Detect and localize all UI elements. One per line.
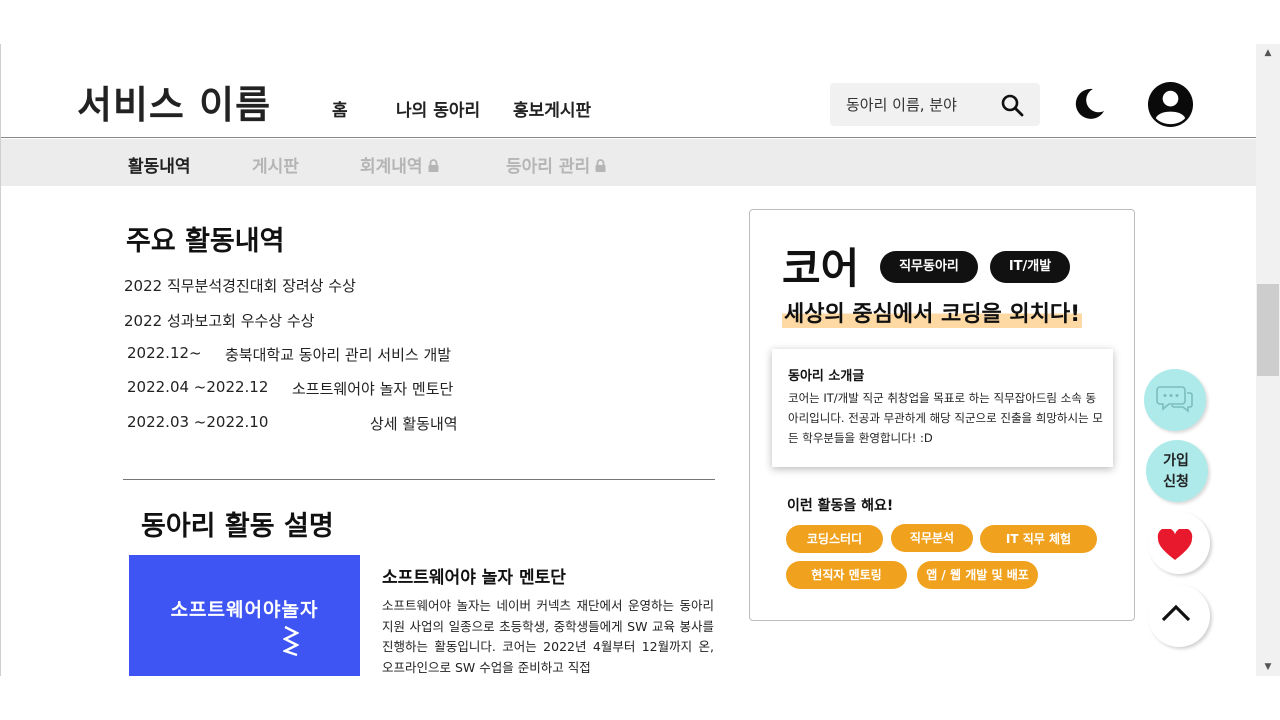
club-intro-box: 동아리 소개글 코어는 IT/개발 직군 취창업을 목표로 하는 직무잡아드림 … — [772, 349, 1113, 467]
tab-board[interactable]: 게시판 — [252, 152, 299, 177]
site-logo[interactable]: 서비스 이름 — [77, 74, 271, 129]
search-box — [830, 83, 1040, 126]
tab-accounting[interactable]: 회계내역 — [360, 152, 439, 177]
club-slogan: 세상의 중심에서 코딩을 외치다! — [782, 296, 1083, 328]
scroll-down-arrow[interactable]: ▼ — [1256, 658, 1280, 676]
like-button[interactable] — [1148, 512, 1210, 574]
scroll-top-button[interactable] — [1148, 585, 1210, 647]
letterbox-bottom — [0, 676, 1280, 720]
vertical-scrollbar[interactable]: ▲ ▼ — [1256, 44, 1280, 676]
intro-title: 동아리 소개글 — [788, 369, 865, 384]
tab-label: 등아리 관리 — [506, 157, 591, 177]
activity-chip[interactable]: 앱 / 웹 개발 및 배포 — [917, 561, 1038, 589]
banner-text: 소프트웨어야놀자 — [170, 599, 319, 621]
site-header: 서비스 이름 홈 나의 동아리 홍보게시판 — [1, 44, 1256, 138]
chevron-up-icon — [1161, 604, 1191, 622]
activity-date: 2022.04 ~2022.12 — [127, 378, 269, 396]
activities-chip-title: 이런 활동을 해요! — [787, 498, 894, 514]
page-viewport: 서비스 이름 홈 나의 동아리 홍보게시판 활동내역 게시판 회계내역 등아리 … — [0, 44, 1256, 676]
search-input[interactable] — [846, 94, 996, 116]
section-divider — [123, 479, 715, 480]
club-tag[interactable]: IT/개발 — [990, 251, 1070, 283]
lock-icon — [595, 159, 606, 172]
join-request-button[interactable]: 가입 신청 — [1146, 440, 1208, 502]
club-name: 코어 — [782, 244, 860, 293]
user-icon[interactable] — [1147, 81, 1194, 128]
tab-label: 게시판 — [252, 157, 299, 177]
tab-club-admin[interactable]: 등아리 관리 — [506, 152, 606, 177]
club-card: 코어 직무동아리 IT/개발 세상의 중심에서 코딩을 외치다! 동아리 소개글… — [749, 209, 1135, 621]
activity-item: 2022 직무분석경진대회 장려상 수상 — [124, 277, 356, 295]
search-icon[interactable] — [1000, 93, 1024, 117]
lock-icon — [428, 159, 439, 172]
activities-title: 주요 활동내역 — [126, 226, 285, 257]
scroll-thumb[interactable] — [1257, 284, 1279, 376]
activity-chip[interactable]: IT 직무 체험 — [980, 525, 1097, 553]
nav-my-clubs[interactable]: 나의 동아리 — [396, 96, 480, 121]
tab-label: 회계내역 — [360, 157, 423, 177]
activity-date: 2022.12~ — [127, 344, 202, 362]
program-body: 소프트웨어야 놀자는 네이버 커넥츠 재단에서 운영하는 동아리 지원 사업의 … — [382, 598, 714, 675]
activity-chip[interactable]: 코딩스터디 — [786, 525, 883, 553]
description-title: 동아리 활동 설명 — [141, 511, 334, 542]
chat-button[interactable] — [1144, 369, 1206, 431]
heart-icon — [1157, 529, 1193, 560]
program-title: 소프트웨어야 놀자 멘토단 — [382, 568, 566, 588]
scroll-up-arrow[interactable]: ▲ — [1256, 44, 1280, 62]
activity-date: 2022.03 ~2022.10 — [127, 413, 269, 431]
activity-chip[interactable]: 현직자 멘토링 — [786, 561, 907, 589]
tab-activities[interactable]: 활동내역 — [128, 152, 191, 177]
club-tag[interactable]: 직무동아리 — [880, 251, 978, 283]
join-label-line2: 신청 — [1163, 474, 1189, 490]
tab-label: 활동내역 — [128, 157, 191, 177]
banner-zigzag — [283, 625, 299, 657]
activity-detail: 소프트웨어야 놀자 멘토단 — [292, 380, 454, 398]
chat-icon — [1156, 386, 1193, 413]
nav-promo-board[interactable]: 홍보게시판 — [513, 96, 591, 121]
intro-text: 코어는 IT/개발 직군 취창업을 목표로 하는 직무잡아드림 소속 동아리입니… — [788, 391, 1103, 445]
moon-icon[interactable] — [1071, 86, 1107, 122]
nav-home[interactable]: 홈 — [332, 96, 348, 121]
join-label-line1: 가입 — [1163, 453, 1189, 469]
activity-chip[interactable]: 직무분석 — [891, 524, 973, 552]
sub-nav: 활동내역 게시판 회계내역 등아리 관리 — [1, 139, 1256, 186]
activity-detail-link[interactable]: 상세 활동내역 — [370, 413, 458, 434]
program-banner-image: 소프트웨어야놀자 — [129, 555, 360, 676]
activity-item: 2022 성과보고회 우수상 수상 — [124, 312, 315, 330]
activity-detail: 충북대학교 동아리 관리 서비스 개발 — [225, 346, 452, 364]
letterbox-top — [0, 0, 1280, 44]
